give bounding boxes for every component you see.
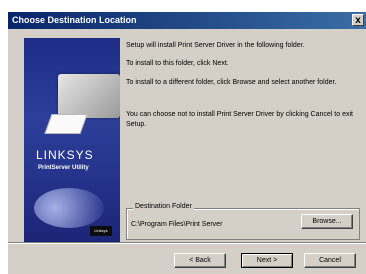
destination-folder-label: Destination Folder	[133, 203, 194, 210]
info-text-2: To install to this folder, click Next.	[126, 60, 229, 67]
side-banner: LINKSYS PrintServer Utility Linksys	[24, 38, 120, 242]
setup-dialog: LINKSYS PrintServer Utility Linksys Setu…	[8, 29, 366, 274]
cancel-button[interactable]: Cancel	[304, 253, 356, 268]
footer-separator	[8, 242, 366, 244]
next-button[interactable]: Next >	[241, 253, 293, 268]
brand-tagline: PrintServer Utility	[38, 165, 89, 171]
brand-badge: Linksys	[90, 226, 112, 236]
browse-button[interactable]: Browse...	[301, 214, 353, 229]
info-text-1: Setup will install Print Server Driver i…	[126, 42, 305, 49]
title-bar: Choose Destination Location x	[8, 12, 366, 29]
info-text-4: You can choose not to install Print Serv…	[126, 111, 353, 128]
brand-logo: LINKSYS	[36, 148, 94, 162]
window-title: Choose Destination Location	[12, 15, 137, 25]
printer-illustration	[58, 74, 120, 118]
info-text-3: To install to a different folder, click …	[126, 79, 337, 86]
destination-folder-group: Destination Folder C:\Program Files\Prin…	[126, 203, 360, 240]
back-button[interactable]: < Back	[174, 253, 226, 268]
destination-path: C:\Program Files\Print Server	[131, 221, 223, 228]
documents-illustration	[34, 188, 104, 228]
close-icon[interactable]: x	[352, 14, 364, 26]
